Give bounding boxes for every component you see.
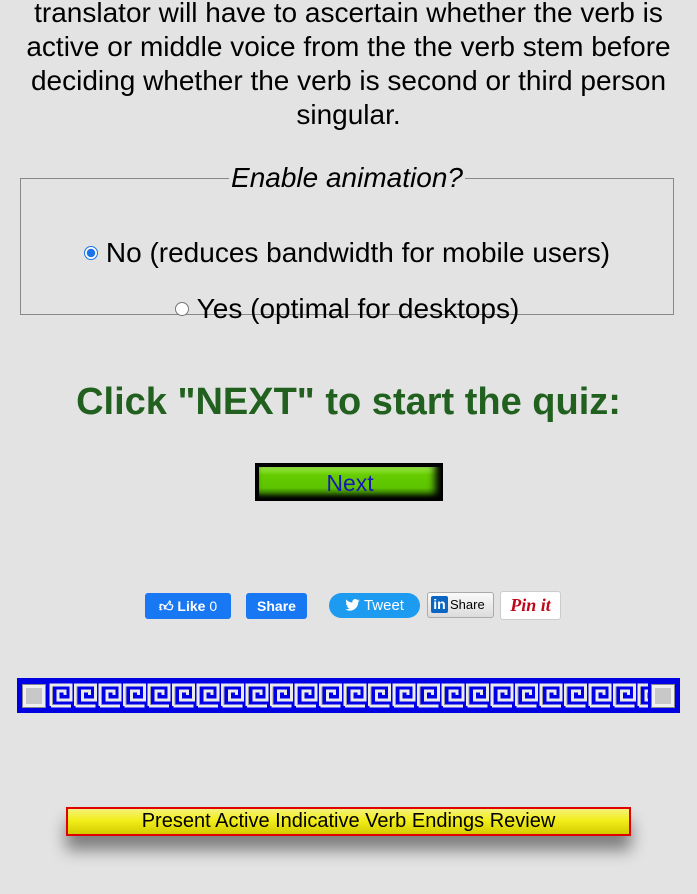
- animation-option-no[interactable]: No (reduces bandwidth for mobile users): [21, 237, 673, 269]
- animation-radio-no[interactable]: [83, 245, 98, 260]
- facebook-like-button[interactable]: 👍︎ Like 0: [145, 593, 231, 619]
- pinterest-pin-button[interactable]: Pin it: [500, 591, 561, 620]
- start-quiz-heading: Click "NEXT" to start the quiz:: [76, 381, 621, 423]
- animation-radio-yes[interactable]: [174, 301, 189, 316]
- animation-fieldset: Enable animation? No (reduces bandwidth …: [20, 162, 674, 324]
- linkedin-logo-icon: in: [431, 596, 448, 614]
- linkedin-share-label: Share: [450, 597, 485, 612]
- animation-legend: Enable animation?: [231, 162, 463, 193]
- facebook-like-count: 0: [209, 598, 218, 614]
- linkedin-share-button[interactable]: in Share: [427, 592, 494, 618]
- greek-key-pattern: [49, 683, 648, 708]
- greek-key-divider: [17, 678, 680, 713]
- facebook-like-label: Like: [177, 598, 206, 614]
- tweet-label: Tweet: [363, 597, 404, 614]
- review-link-button[interactable]: Present Active Indicative Verb Endings R…: [66, 807, 631, 836]
- divider-right-cap: [651, 683, 675, 708]
- thumbs-up-icon: 👍︎: [158, 598, 174, 614]
- divider-left-cap: [22, 683, 46, 708]
- next-button[interactable]: Next: [255, 463, 443, 501]
- intro-paragraph: translator will have to ascertain whethe…: [26, 0, 671, 130]
- facebook-share-button[interactable]: Share: [246, 593, 307, 619]
- twitter-bird-icon: [345, 599, 360, 611]
- tweet-button[interactable]: Tweet: [329, 593, 420, 618]
- greek-key-svg: [49, 683, 648, 708]
- animation-option-yes-label: Yes (optimal for desktops): [196, 293, 520, 324]
- animation-option-no-label: No (reduces bandwidth for mobile users): [105, 237, 611, 268]
- animation-option-yes[interactable]: Yes (optimal for desktops): [21, 293, 673, 325]
